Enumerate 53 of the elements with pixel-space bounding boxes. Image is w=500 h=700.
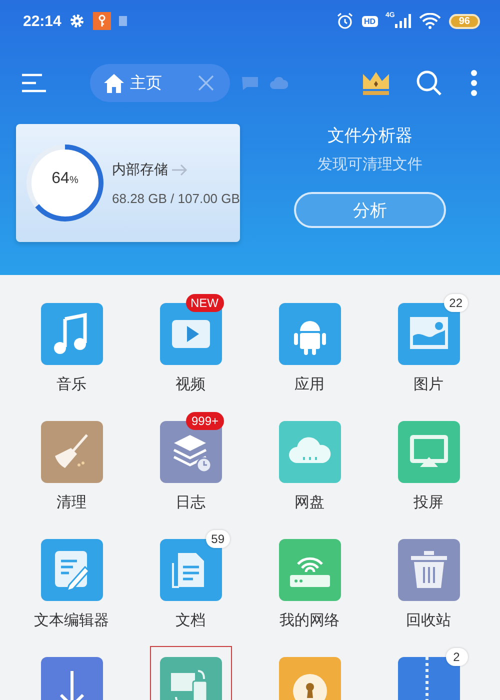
category-item[interactable]: 清理 (12, 410, 131, 526)
tab-label: 主页 (130, 74, 162, 94)
item-label: 日志 (176, 493, 206, 512)
close-icon[interactable] (198, 75, 214, 91)
search-icon[interactable] (416, 70, 442, 96)
category-item[interactable]: 22 图片 (369, 292, 488, 408)
item-label: 投屏 (414, 493, 444, 512)
item-label: 清理 (56, 493, 86, 512)
item-label: 应用 (294, 375, 324, 394)
category-item[interactable]: 应用 (250, 292, 369, 408)
category-item[interactable]: 我的网络 (250, 528, 369, 644)
storage-card[interactable]: 64% 内部存储 68.28 GB / 107.00 GB (16, 124, 240, 242)
item-label: 网盘 (294, 493, 324, 512)
item-label: 我的网络 (280, 611, 340, 630)
hd-indicator: HD (362, 16, 378, 26)
key-app-icon (93, 12, 112, 30)
arrow-icon (172, 164, 188, 176)
item-label: 音乐 (56, 375, 86, 394)
wifi-icon (418, 13, 441, 29)
item-label: 图片 (414, 375, 444, 394)
category-item[interactable]: 999+ 日志 (131, 410, 250, 526)
crown-icon[interactable] (362, 71, 390, 95)
count-badge: 2 (446, 648, 468, 666)
count-badge: NEW (186, 294, 224, 312)
more-icon[interactable] (470, 70, 478, 96)
count-badge: 22 (444, 294, 468, 312)
item-label: 视频 (176, 375, 206, 394)
battery-level: 96 (448, 14, 480, 28)
home-tab[interactable]: 主页 (90, 64, 230, 102)
item-label: 回收站 (406, 611, 451, 630)
alarm-icon (336, 12, 354, 30)
analyzer-subtitle: 发现可清理文件 (318, 155, 422, 174)
menu-button[interactable] (22, 73, 46, 93)
item-label: 文本编辑器 (34, 611, 109, 630)
count-badge: 999+ (186, 412, 224, 430)
analyzer-title: 文件分析器 (328, 125, 412, 147)
storage-usage: 68.28 GB / 107.00 GB (112, 190, 240, 206)
category-item[interactable]: 投屏 (369, 410, 488, 526)
signal-icon (394, 14, 411, 28)
status-time: 22:14 (23, 12, 62, 30)
item-label: 文档 (176, 611, 206, 630)
settings-icon (69, 13, 86, 29)
category-item[interactable]: NEW 视频 (131, 292, 250, 408)
usage-percent: 64% (50, 170, 80, 188)
home-icon (104, 74, 124, 92)
category-item[interactable]: 59 文档 (131, 528, 250, 644)
category-item[interactable]: 文本编辑器 (12, 528, 131, 644)
category-item[interactable]: 音乐 (12, 292, 131, 408)
count-badge: 59 (206, 530, 230, 548)
storage-title: 内部存储 (112, 160, 168, 178)
category-item[interactable]: 网盘 (250, 410, 369, 526)
category-item[interactable]: 回收站 (369, 528, 488, 644)
category-item[interactable]: 2 (369, 646, 488, 700)
